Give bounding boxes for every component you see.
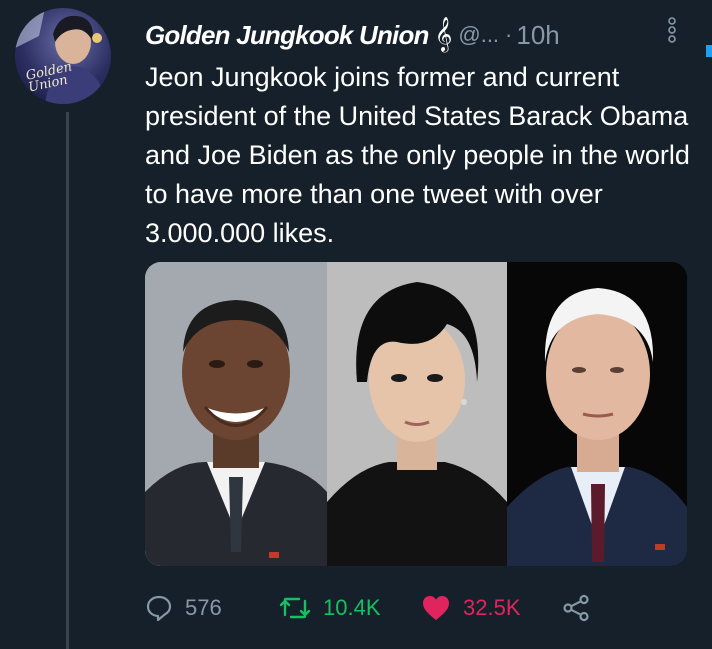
heart-icon xyxy=(423,596,449,620)
tweet-header: Golden Jungkook Union 𝄞 @... · 10h xyxy=(145,16,560,54)
retweet-icon xyxy=(279,597,311,619)
portrait-photo-icon xyxy=(507,262,687,566)
tweet-timestamp[interactable]: 10h xyxy=(516,20,559,51)
reply-button[interactable]: 576 xyxy=(145,594,277,622)
tweet-actions-bar: 576 10.4K 32.5K xyxy=(145,588,591,628)
retweet-count: 10.4K xyxy=(323,595,381,620)
portrait-photo-icon xyxy=(145,262,327,566)
reply-icon xyxy=(146,595,172,622)
portrait-photo-icon xyxy=(327,262,507,566)
media-photo-3[interactable] xyxy=(507,262,687,566)
treble-clef-icon: 𝄞 xyxy=(434,17,453,52)
avatar[interactable]: Golden Union xyxy=(15,8,111,104)
retweet-button[interactable]: 10.4K xyxy=(277,594,421,622)
like-count: 32.5K xyxy=(463,595,521,620)
share-icon xyxy=(563,594,589,622)
unread-indicator xyxy=(706,45,712,57)
tweet-text: Jeon Jungkook joins former and current p… xyxy=(145,62,690,248)
header-separator: · xyxy=(505,22,513,47)
like-button[interactable]: 32.5K xyxy=(421,594,561,622)
tweet-media-grid[interactable] xyxy=(145,262,687,566)
more-options-icon[interactable] xyxy=(666,16,678,46)
author-display-name[interactable]: Golden Jungkook Union xyxy=(145,20,429,51)
reply-count: 576 xyxy=(185,595,222,620)
media-photo-2[interactable] xyxy=(327,262,507,566)
author-handle[interactable]: @... xyxy=(458,22,499,48)
share-button[interactable] xyxy=(561,594,591,622)
thread-connector-line xyxy=(66,112,69,649)
media-photo-1[interactable] xyxy=(145,262,327,566)
